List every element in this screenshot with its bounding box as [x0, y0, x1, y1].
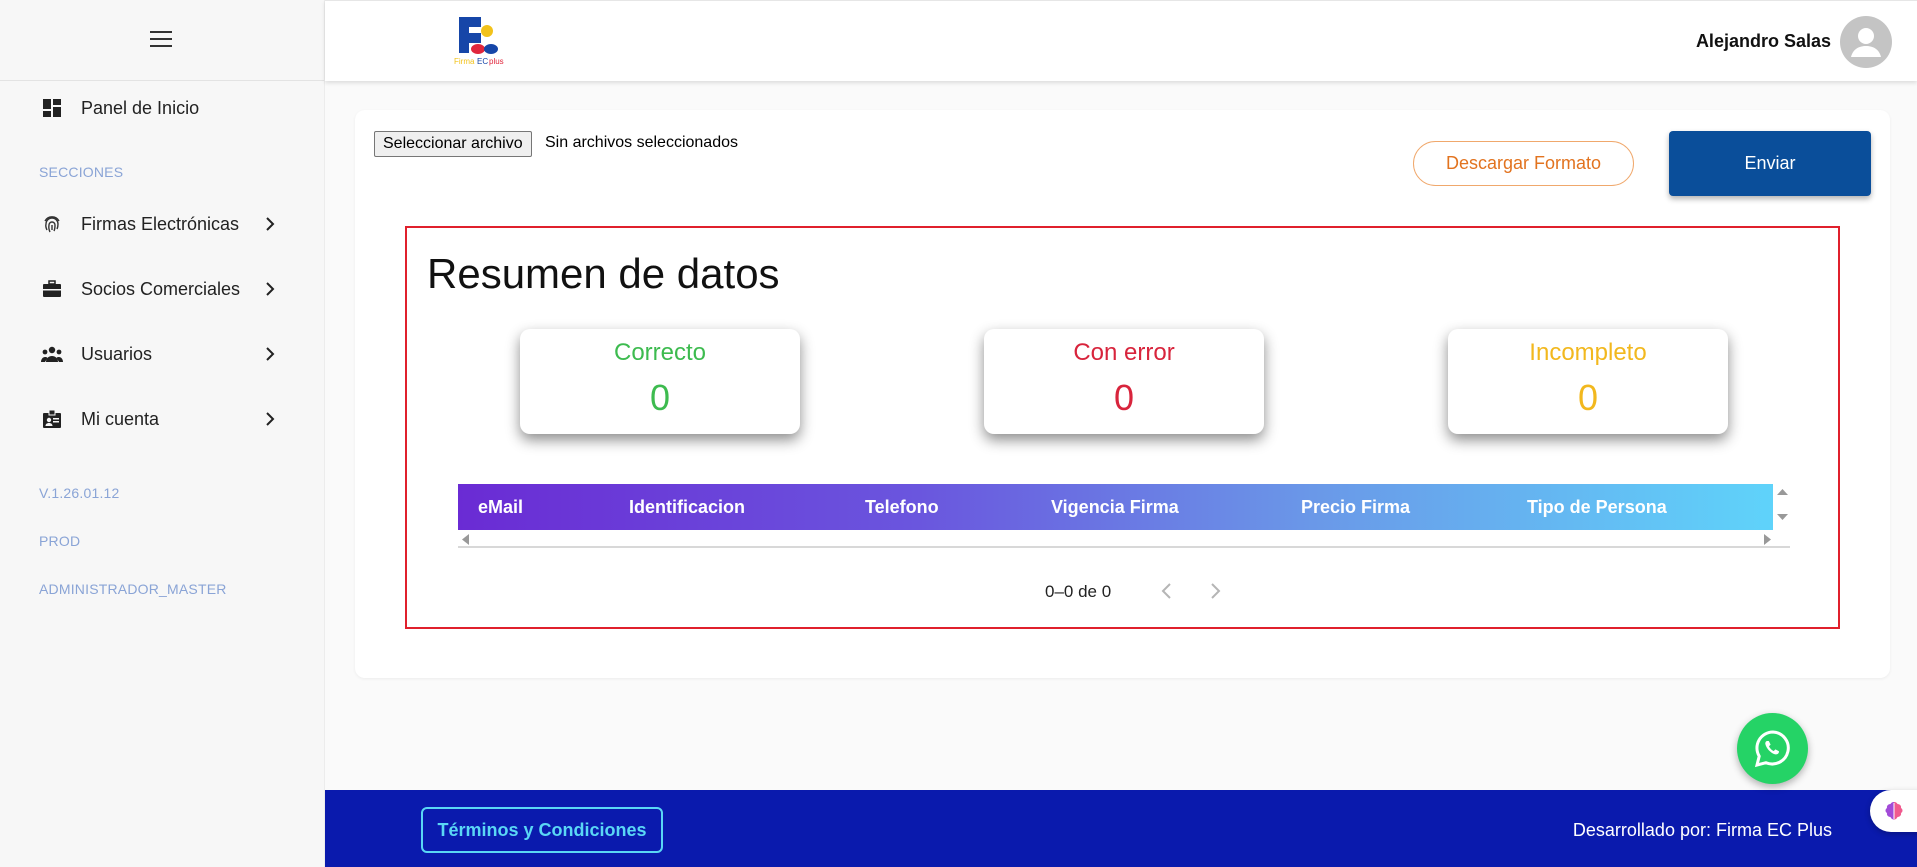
svg-text:Firma: Firma: [454, 57, 475, 66]
stat-label: Incompleto: [1529, 339, 1647, 366]
column-header-precio-firma[interactable]: Precio Firma: [1301, 497, 1410, 518]
sidebar-item-socios-comerciales[interactable]: Socios Comerciales: [0, 269, 300, 309]
sidebar-header: [0, 0, 324, 81]
firma-ec-plus-logo[interactable]: Firma EC plus: [452, 15, 514, 67]
brain-icon: [1885, 802, 1903, 820]
terms-and-conditions-button[interactable]: Términos y Condiciones: [421, 807, 663, 853]
chevron-right-icon: [266, 412, 275, 426]
whatsapp-icon[interactable]: [1737, 713, 1808, 784]
data-grid: eMail Identificacion Telefono Vigencia F…: [458, 484, 1790, 601]
avatar-icon[interactable]: [1840, 16, 1892, 68]
developer-credit: Desarrollado por: Firma EC Plus: [1572, 820, 1832, 840]
pagination: 0–0 de 0: [458, 580, 1790, 604]
upload-card: Seleccionar archivo Sin archivos selecci…: [355, 110, 1890, 678]
stat-label: Con error: [1073, 339, 1175, 366]
svg-text:plus: plus: [489, 57, 504, 66]
assistant-widget[interactable]: [1870, 790, 1917, 832]
column-header-vigencia-firma[interactable]: Vigencia Firma: [1051, 497, 1179, 518]
stat-value: 0: [1113, 377, 1135, 418]
environment-label: PROD: [39, 533, 81, 549]
grid-header-row: eMail Identificacion Telefono Vigencia F…: [458, 484, 1773, 530]
stat-card-correcto: Correcto 0: [520, 329, 800, 434]
top-header: Firma EC plus Alejandro Salas: [325, 0, 1917, 81]
sidebar-item-label: Usuarios: [81, 343, 153, 364]
stat-value: 0: [649, 377, 671, 418]
role-label: ADMINISTRADOR_MASTER: [39, 581, 227, 597]
select-file-button[interactable]: Seleccionar archivo: [374, 131, 532, 157]
sections-heading: SECCIONES: [39, 164, 124, 180]
menu-toggle-icon[interactable]: [150, 31, 174, 49]
stat-value: 0: [1577, 377, 1599, 418]
briefcase-icon: [41, 278, 63, 300]
stat-card-incompleto: Incompleto 0: [1448, 329, 1728, 434]
footer: Términos y Condiciones Desarrollado por:…: [325, 790, 1917, 867]
stat-label: Correcto: [613, 339, 707, 366]
stat-card-con-error: Con error 0: [984, 329, 1264, 434]
user-name: Alejandro Salas: [1695, 31, 1831, 51]
chevron-right-icon: [266, 347, 275, 361]
dashboard-icon: [41, 97, 63, 119]
chevron-right-icon: [266, 217, 275, 231]
previous-page-icon[interactable]: [1157, 580, 1177, 602]
version-label: V.1.26.01.12: [39, 485, 120, 501]
file-status-text: Sin archivos seleccionados: [545, 134, 738, 151]
sidebar-item-panel-de-inicio[interactable]: Panel de Inicio: [0, 88, 300, 128]
sidebar-item-label: Socios Comerciales: [81, 278, 241, 299]
next-page-icon[interactable]: [1205, 580, 1225, 602]
column-header-identificacion[interactable]: Identificacion: [629, 497, 745, 518]
chevron-right-icon: [266, 282, 275, 296]
id-badge-icon: [41, 408, 63, 430]
horizontal-scrollbar[interactable]: [458, 532, 1790, 548]
column-header-email[interactable]: eMail: [478, 497, 523, 518]
column-header-telefono[interactable]: Telefono: [865, 497, 939, 518]
summary-title: Resumen de datos: [427, 250, 780, 297]
sidebar-item-label: Mi cuenta: [81, 408, 160, 429]
users-icon: [41, 343, 63, 365]
sidebar-item-usuarios[interactable]: Usuarios: [0, 334, 300, 374]
sidebar-item-mi-cuenta[interactable]: Mi cuenta: [0, 399, 300, 439]
sidebar-item-firmas-electronicas[interactable]: Firmas Electrónicas: [0, 204, 300, 244]
download-format-button[interactable]: Descargar Formato: [1413, 141, 1634, 186]
pagination-range: 0–0 de 0: [1045, 582, 1112, 601]
sidebar: Panel de Inicio SECCIONES Firmas Electró…: [0, 0, 325, 867]
svg-text:EC: EC: [477, 57, 488, 66]
data-summary-panel: Resumen de datos Correcto 0 Con error 0 …: [405, 226, 1840, 629]
column-header-tipo-de-persona[interactable]: Tipo de Persona: [1527, 497, 1667, 518]
sidebar-item-label: Panel de Inicio: [81, 97, 200, 118]
vertical-scrollbar[interactable]: [1775, 484, 1790, 530]
send-button[interactable]: Enviar: [1669, 131, 1871, 196]
fingerprint-icon: [41, 213, 63, 235]
sidebar-item-label: Firmas Electrónicas: [81, 213, 240, 234]
